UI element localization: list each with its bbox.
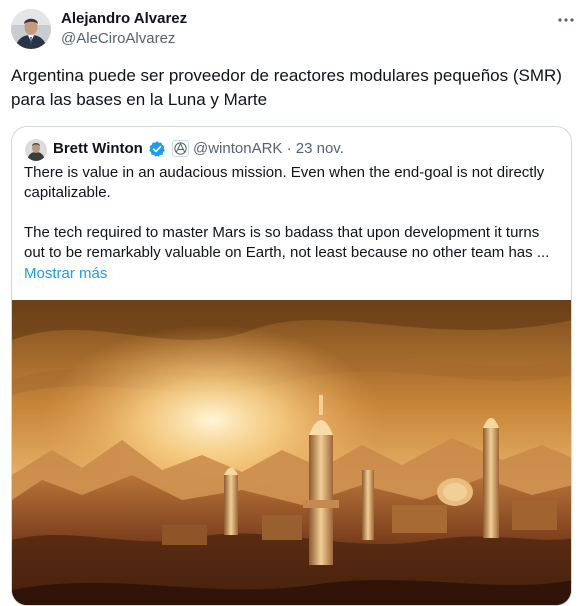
author-handle[interactable]: @AleCiroAlvarez [61, 30, 175, 48]
quoted-tweet[interactable]: Brett Winton @wintonARK · 23 nov. There … [11, 126, 572, 606]
tweet-text: Argentina puede ser proveedor de reactor… [11, 66, 562, 109]
quote-handle-date[interactable]: @wintonARK · 23 nov. [193, 139, 344, 159]
more-horizontal-icon [558, 18, 574, 22]
ark-affiliation-icon[interactable] [172, 140, 189, 157]
quote-paragraph: There is value in an audacious mission. … [24, 164, 545, 201]
quote-author-avatar[interactable] [25, 139, 47, 161]
more-options-button[interactable] [555, 9, 577, 31]
mars-colony-image[interactable] [12, 300, 572, 606]
quote-paragraph: The tech required to master Mars is so b… [24, 224, 550, 261]
author-avatar[interactable] [11, 9, 51, 49]
show-more-link[interactable]: Mostrar más [24, 264, 107, 284]
author-name[interactable]: Alejandro Alvarez [61, 10, 187, 28]
verified-badge-icon [149, 141, 165, 157]
tweet: Alejandro Alvarez @AleCiroAlvarez Argent… [0, 0, 583, 606]
quote-text: There is value in an audacious mission. … [24, 163, 564, 263]
quote-author-name[interactable]: Brett Winton [53, 139, 143, 159]
